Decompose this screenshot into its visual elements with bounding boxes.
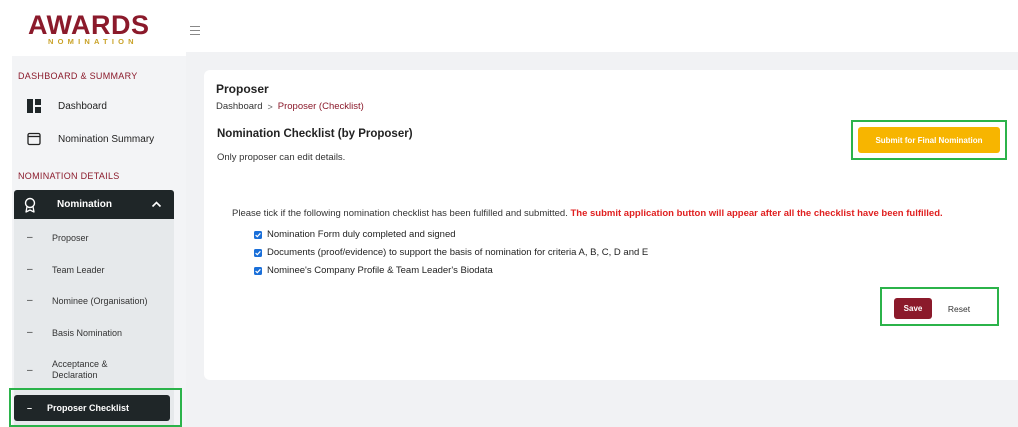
checklist-item-documents[interactable]: Documents (proof/evidence) to support th…: [254, 247, 648, 258]
section-title-dashboard: DASHBOARD & SUMMARY: [18, 71, 138, 81]
sidebar-item-nomination-summary[interactable]: Nomination Summary: [27, 127, 154, 151]
sidebar-group-label: Nomination: [57, 199, 112, 210]
page-title: Proposer: [216, 82, 269, 96]
sidebar-group-nomination[interactable]: Nomination: [14, 190, 174, 219]
instruction-text: Please tick if the following nomination …: [232, 208, 943, 219]
breadcrumb-dashboard[interactable]: Dashboard: [216, 101, 262, 112]
sidebar-item-basis-nomination[interactable]: – Basis Nomination: [27, 327, 122, 338]
logo-sub-text: NOMINATION: [48, 37, 138, 46]
dash-icon: –: [27, 403, 33, 413]
sidebar-item-label: Nomination Summary: [58, 133, 155, 145]
checklist-item-nomination-form[interactable]: Nomination Form duly completed and signe…: [254, 229, 456, 240]
sidebar-item-nominee-organisation[interactable]: – Nominee (Organisation): [27, 295, 148, 306]
sidebar-item-acceptance-declaration[interactable]: – Acceptance & Declaration: [27, 359, 108, 381]
sidebar-item-proposer-checklist[interactable]: – Proposer Checklist: [14, 395, 170, 421]
dash-icon: –: [27, 232, 33, 243]
dash-icon: –: [27, 295, 33, 306]
window-icon: [27, 132, 41, 146]
breadcrumb-current: Proposer (Checklist): [277, 101, 364, 112]
sidebar-item-proposer[interactable]: – Proposer: [27, 232, 89, 243]
actions-highlight-outline: Save Reset: [880, 287, 999, 326]
sidebar-item-label: Basis Nomination: [52, 327, 123, 338]
sidebar-item-label: Team Leader: [52, 264, 105, 275]
checkbox-checked-icon[interactable]: [254, 248, 262, 257]
sidebar-item-label: Dashboard: [58, 100, 107, 112]
submit-final-nomination-button[interactable]: Submit for Final Nomination: [858, 127, 1000, 153]
sidebar-item-label: Proposer Checklist: [47, 403, 130, 413]
top-bar: [186, 0, 1018, 52]
label-line-1: Acceptance &: [52, 359, 108, 369]
checklist-item-company-profile[interactable]: Nominee's Company Profile & Team Leader'…: [254, 265, 493, 276]
dash-icon: –: [27, 365, 33, 376]
sidebar-item-label: Proposer: [52, 232, 89, 243]
checklist-item-label: Nominee's Company Profile & Team Leader'…: [267, 265, 493, 276]
sidebar-item-team-leader[interactable]: – Team Leader: [27, 264, 105, 275]
submit-highlight-outline: Submit for Final Nomination: [851, 120, 1007, 160]
sidebar-item-dashboard[interactable]: Dashboard: [27, 94, 107, 118]
save-button[interactable]: Save: [894, 298, 932, 319]
chevron-up-icon[interactable]: [151, 199, 162, 210]
dash-icon: –: [27, 264, 33, 275]
instruction-main: Please tick if the following nomination …: [232, 208, 571, 219]
sidebar-item-label: Acceptance & Declaration: [52, 359, 108, 381]
checklist-card: Proposer Dashboard > Proposer (Checklist…: [204, 70, 1018, 380]
edit-note: Only proposer can edit details.: [217, 152, 346, 163]
checkbox-checked-icon[interactable]: [254, 230, 262, 239]
section-title-details: NOMINATION DETAILS: [18, 171, 120, 181]
breadcrumb: Dashboard > Proposer (Checklist): [216, 101, 364, 112]
checkbox-checked-icon[interactable]: [254, 266, 262, 275]
checklist-title: Nomination Checklist (by Proposer): [217, 128, 413, 140]
checklist-item-label: Documents (proof/evidence) to support th…: [267, 247, 649, 258]
label-line-2: Declaration: [52, 370, 98, 380]
logo-main-text: AWARDS: [28, 10, 150, 40]
dashboard-icon: [27, 99, 41, 113]
hamburger-menu-icon[interactable]: [190, 26, 200, 35]
sidebar: AWARDS NOMINATION DASHBOARD & SUMMARY Da…: [0, 0, 186, 427]
award-icon: [24, 197, 36, 213]
instruction-warning: The submit application button will appea…: [570, 208, 943, 219]
reset-button[interactable]: Reset: [939, 298, 979, 319]
dash-icon: –: [27, 327, 33, 338]
checklist-item-label: Nomination Form duly completed and signe…: [267, 229, 456, 240]
awards-logo[interactable]: AWARDS NOMINATION: [28, 10, 150, 47]
sidebar-item-label: Nominee (Organisation): [52, 295, 148, 306]
breadcrumb-separator: >: [267, 101, 273, 112]
